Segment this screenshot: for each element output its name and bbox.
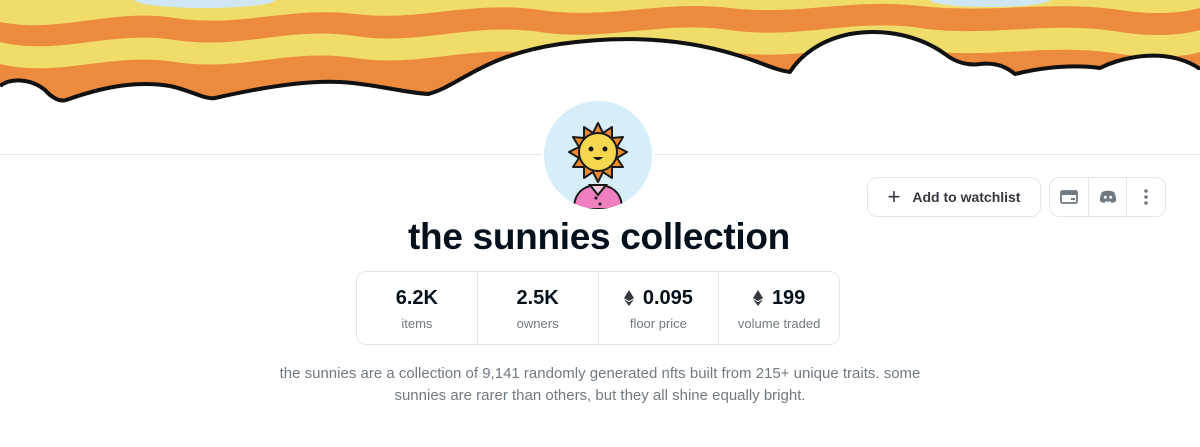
- discord-button[interactable]: [1089, 178, 1128, 216]
- floor-price-value: 0.095: [642, 286, 693, 309]
- stat-floor-price[interactable]: 0.095 floor price: [599, 272, 720, 344]
- stat-value: 0.095: [623, 285, 693, 311]
- stat-owners[interactable]: 2.5K owners: [478, 272, 599, 344]
- stat-value: 2.5K: [517, 285, 559, 311]
- add-to-watchlist-label: Add to watchlist: [912, 189, 1021, 205]
- collection-banner: [0, 0, 1200, 110]
- owners-count: 2.5K: [516, 286, 559, 309]
- collection-avatar: [544, 101, 652, 209]
- plus-icon: +: [887, 184, 901, 209]
- items-count: 6.2K: [395, 286, 438, 309]
- collection-stats: 6.2K items 2.5K owners 0.095 floor price…: [356, 271, 840, 345]
- ethereum-icon: [752, 290, 763, 306]
- stat-value: 199: [752, 285, 806, 311]
- collection-description: the sunnies are a collection of 9,141 ra…: [279, 365, 921, 404]
- sun-character-image: [544, 101, 652, 209]
- stat-label: volume traded: [737, 316, 821, 331]
- discord-icon: [1099, 190, 1116, 203]
- ethereum-icon: [623, 290, 634, 306]
- volume-traded-value: 199: [771, 286, 806, 309]
- stat-volume-traded[interactable]: 199 volume traded: [719, 272, 839, 344]
- website-icon: [1059, 190, 1078, 204]
- stat-label: owners: [516, 316, 559, 331]
- more-options-button[interactable]: [1127, 178, 1165, 216]
- stat-label: items: [401, 316, 433, 331]
- stat-label: floor price: [629, 316, 687, 331]
- stat-items[interactable]: 6.2K items: [357, 272, 478, 344]
- more-options-icon: [1144, 189, 1148, 205]
- collection-links-group: [1049, 177, 1166, 217]
- add-to-watchlist-button[interactable]: + Add to watchlist: [867, 177, 1041, 217]
- collection-title: the sunnies collection: [408, 216, 790, 257]
- website-button[interactable]: [1050, 178, 1089, 216]
- stat-value: 6.2K: [396, 285, 438, 311]
